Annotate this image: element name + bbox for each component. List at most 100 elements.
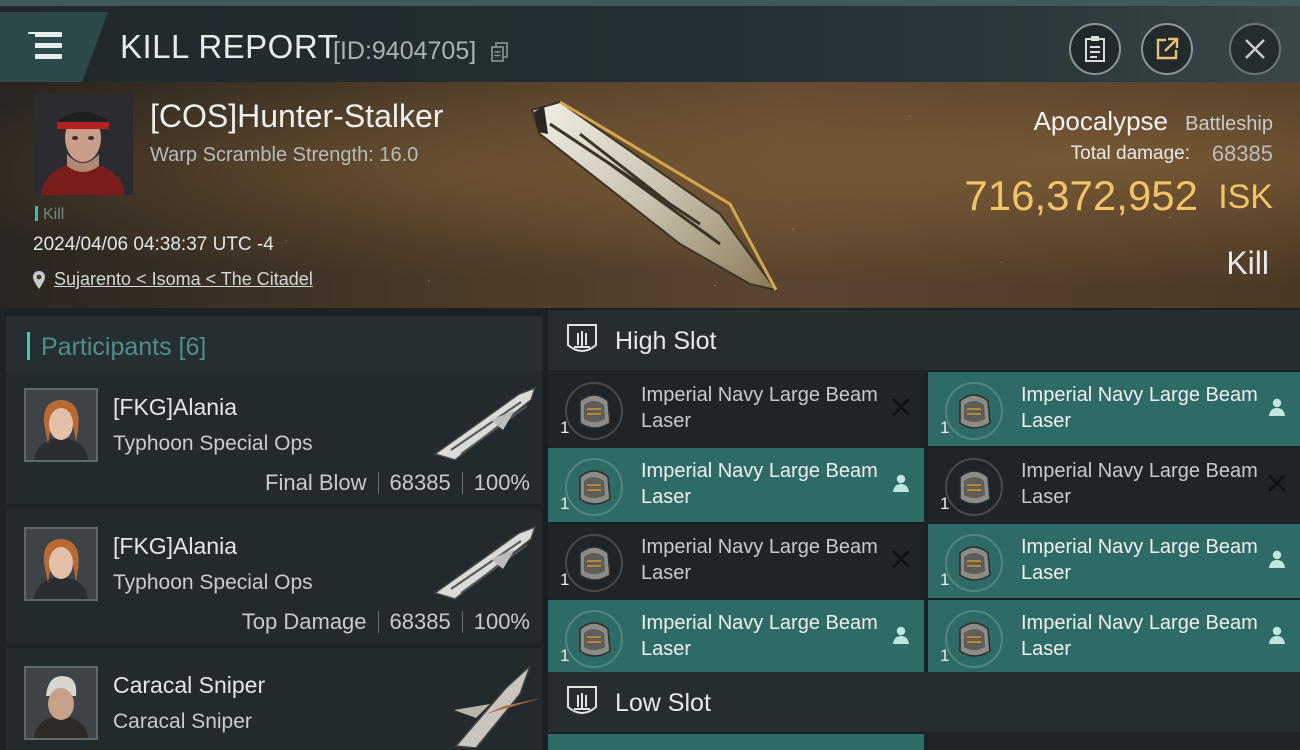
participant-stats: Final Blow 68385 100% <box>265 470 530 496</box>
module-quantity: 1 <box>560 494 570 513</box>
participant-row[interactable]: [FKG]Alania Typhoon Special Ops Final Bl… <box>6 370 542 504</box>
participant-row[interactable]: [FKG]Alania Typhoon Special Ops Top Dama… <box>6 509 542 643</box>
victim-pilot-name[interactable]: [COS]Hunter-Stalker <box>150 98 443 135</box>
participant-ship: Typhoon Special Ops <box>113 432 313 455</box>
participant-name[interactable]: Caracal Sniper <box>113 672 265 699</box>
victim-header: [COS]Hunter-Stalker Warp Scramble Streng… <box>0 82 1300 308</box>
total-damage-value: 68385 <box>1211 141 1273 166</box>
isk-unit: ISK <box>1218 178 1273 216</box>
close-icon <box>1245 39 1265 59</box>
low-slot-title: Low Slot <box>615 689 711 717</box>
title-bar: KILL REPORT [ID:9404705] <box>0 0 1300 82</box>
warp-scramble-strength: Warp Scramble Strength: 16.0 <box>150 144 419 166</box>
slot-icon <box>567 686 597 714</box>
module-name: Imperial Navy Large Beam Laser <box>641 612 878 660</box>
participant-ship: Typhoon Special Ops <box>113 571 313 594</box>
destroyed-x-icon <box>892 550 910 568</box>
module-quantity: 1 <box>940 494 950 513</box>
participant-stats: Top Damage 68385 100% <box>242 609 530 635</box>
participant-name[interactable]: [FKG]Alania <box>113 533 237 560</box>
kill-result-label: Kill <box>1226 245 1269 281</box>
low-slot-module-partial[interactable] <box>548 734 924 750</box>
participant-avatar <box>24 666 98 740</box>
stat-divider <box>377 472 379 494</box>
module-tile[interactable]: 1 Imperial Navy Large Beam Laser <box>548 524 924 598</box>
menu-button[interactable] <box>0 12 108 82</box>
victim-ship-name[interactable]: Apocalypse <box>1034 106 1168 137</box>
low-slot-header[interactable]: Low Slot <box>548 672 1300 732</box>
module-quantity: 1 <box>940 646 950 665</box>
participant-ship-image <box>433 386 537 461</box>
dropped-pilot-icon <box>1269 398 1285 416</box>
high-slot-header[interactable]: High Slot <box>548 310 1300 370</box>
module-name: Imperial Navy Large Beam Laser <box>1021 384 1258 432</box>
stat-divider <box>377 611 379 633</box>
module-name: Imperial Navy Large Beam Laser <box>1021 612 1258 660</box>
module-quantity: 1 <box>560 418 570 437</box>
participant-ship-image <box>454 665 542 748</box>
module-name: Imperial Navy Large Beam Laser <box>641 460 878 508</box>
participant-name[interactable]: [FKG]Alania <box>113 394 237 421</box>
beam-laser-icon <box>565 458 623 516</box>
isk-value: 716,372,952 <box>964 172 1198 219</box>
kill-location-link[interactable]: Sujarento < Isoma < The Citadel <box>54 269 313 290</box>
copy-icon[interactable] <box>491 42 509 62</box>
report-id: [ID:9404705] <box>333 37 477 65</box>
beam-laser-icon <box>565 610 623 668</box>
participant-role: Final Blow <box>265 470 367 495</box>
participant-damage: 68385 <box>389 609 451 634</box>
beam-laser-icon <box>945 610 1003 668</box>
participants-heading: Participants [6] <box>41 333 207 361</box>
location-pin-icon <box>33 271 45 289</box>
kill-datetime: 2024/04/06 04:38:37 UTC -4 <box>33 234 274 255</box>
participant-percent: 100% <box>473 470 530 495</box>
participants-header[interactable]: Participants [6] <box>6 316 542 376</box>
module-quantity: 1 <box>940 418 950 437</box>
participant-role: Top Damage <box>241 609 367 634</box>
dropped-pilot-icon <box>893 474 909 492</box>
dropped-pilot-icon <box>893 626 909 644</box>
beam-laser-icon <box>565 534 623 592</box>
dropped-pilot-icon <box>1269 550 1285 568</box>
clipboard-button[interactable] <box>1069 23 1121 75</box>
module-tile[interactable]: 1 Imperial Navy Large Beam Laser <box>928 448 1300 522</box>
beam-laser-icon <box>945 534 1003 592</box>
menu-icon-gap <box>28 34 35 59</box>
module-name: Imperial Navy Large Beam Laser <box>1021 536 1258 584</box>
low-slot-module-partial[interactable] <box>928 734 1300 750</box>
slots-panel: High Slot 1 Imperial Navy Large Beam Lase… <box>548 308 1300 750</box>
module-tile[interactable]: 1 Imperial Navy Large Beam Laser <box>548 372 924 446</box>
clipboard-icon <box>1085 36 1105 62</box>
beam-laser-icon <box>945 382 1003 440</box>
total-damage-label: Total damage: <box>1070 143 1190 164</box>
victim-portrait[interactable] <box>33 94 133 195</box>
page-title: KILL REPORT <box>120 28 339 65</box>
beam-laser-icon <box>565 382 623 440</box>
stat-divider <box>461 611 463 633</box>
close-button[interactable] <box>1229 23 1281 75</box>
module-name: Imperial Navy Large Beam Laser <box>641 536 878 584</box>
victim-ship-image[interactable] <box>520 94 790 294</box>
module-name: Imperial Navy Large Beam Laser <box>641 384 878 432</box>
kill-tag: Kill <box>35 206 64 224</box>
module-quantity: 1 <box>560 570 570 589</box>
module-tile[interactable]: 1 Imperial Navy Large Beam Laser <box>548 600 924 674</box>
victim-avatar <box>33 94 133 195</box>
participant-percent: 100% <box>473 609 530 634</box>
participant-row[interactable]: Caracal Sniper Caracal Sniper <box>6 648 542 750</box>
share-button[interactable] <box>1141 23 1193 75</box>
participant-damage: 68385 <box>389 470 451 495</box>
module-tile[interactable]: 1 Imperial Navy Large Beam Laser <box>548 448 924 522</box>
module-quantity: 1 <box>940 570 950 589</box>
dropped-pilot-icon <box>1269 626 1285 644</box>
module-tile[interactable]: 1 Imperial Navy Large Beam Laser <box>928 524 1300 598</box>
participant-ship-image <box>433 525 537 600</box>
destroyed-x-icon <box>1268 474 1286 492</box>
module-tile[interactable]: 1 Imperial Navy Large Beam Laser <box>928 600 1300 674</box>
module-tile[interactable]: 1 Imperial Navy Large Beam Laser <box>928 372 1300 446</box>
share-icon <box>1156 37 1179 60</box>
high-slot-title: High Slot <box>615 327 717 355</box>
beam-laser-icon <box>945 458 1003 516</box>
victim-ship-class: Battleship <box>1185 113 1273 135</box>
participant-avatar <box>24 388 98 462</box>
